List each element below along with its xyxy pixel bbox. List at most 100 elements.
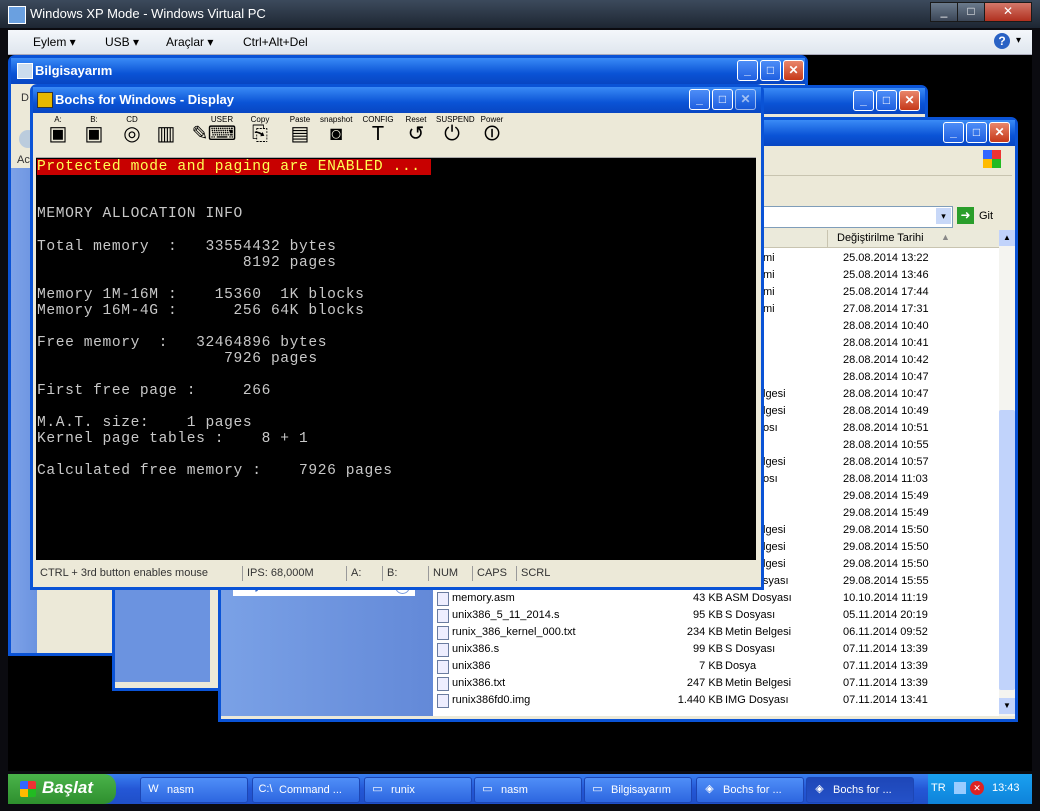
file-row[interactable]: unix386 7 KB Dosya 07.11.2014 13:39 xyxy=(433,658,999,675)
list-item-date: 25.08.2014 13:46 xyxy=(843,269,929,281)
file-type: Dosya xyxy=(725,660,757,672)
file-type: Metin Belgesi xyxy=(725,626,792,638)
status-field: CAPS xyxy=(472,566,517,581)
windows-logo-icon xyxy=(983,150,1001,168)
nasm-maximize-button[interactable]: □ xyxy=(966,122,987,143)
file-row[interactable]: runix386fd0.img 1.440 KB IMG Dosyası 07.11.… xyxy=(433,692,999,709)
console-banner: Protected mode and paging are ENABLED ..… xyxy=(37,159,431,175)
taskbar-button[interactable]: ◈ Bochs for ... xyxy=(806,777,914,803)
taskbar-button-icon: ▭ xyxy=(372,783,383,795)
vpc-close-button[interactable]: ✕ xyxy=(984,2,1032,22)
runix-close-button[interactable]: ✕ xyxy=(899,90,920,111)
menu-ctrl-alt-del[interactable]: Ctrl+Alt+Del xyxy=(243,35,308,49)
bochs-minimize-button[interactable]: _ xyxy=(689,89,710,110)
cdrom-glyph: ◎ xyxy=(123,123,141,145)
config-icon[interactable]: CONFIG T xyxy=(362,115,394,153)
bochs-maximize-button[interactable]: □ xyxy=(712,89,733,110)
vpc-title-bar[interactable]: Windows XP Mode - Windows Virtual PC _ □… xyxy=(0,0,1040,28)
taskbar-button[interactable]: ▭ nasm xyxy=(474,777,582,803)
paste-label: Paste xyxy=(289,115,311,124)
file-icon xyxy=(437,660,449,674)
runix-maximize-button[interactable]: □ xyxy=(876,90,897,111)
floppy-b-glyph: ▣ xyxy=(84,123,104,145)
menu-araclar[interactable]: Araçlar ▾ xyxy=(166,35,213,49)
scroll-thumb[interactable] xyxy=(999,410,1015,690)
cdrom-icon[interactable]: CD ◎ xyxy=(116,115,148,153)
list-item-date: 25.08.2014 13:22 xyxy=(843,252,929,264)
file-list-scrollbar[interactable]: ▲ ▼ xyxy=(999,230,1015,716)
file-row[interactable]: unix386_5_11_2014.s 95 KB S Dosyası 05.11.2… xyxy=(433,607,999,624)
floppy-a-glyph: ▣ xyxy=(48,123,68,145)
taskbar-button-icon: ▭ xyxy=(592,783,603,795)
vpc-minimize-button[interactable]: _ xyxy=(930,2,958,22)
taskbar-button-icon: ▭ xyxy=(482,783,493,795)
console-line: Memory 16M-4G : 256 64K blocks xyxy=(37,303,365,319)
file-icon xyxy=(437,626,449,640)
nasm-close-button[interactable]: ✕ xyxy=(989,122,1010,143)
file-date: 07.11.2014 13:41 xyxy=(843,694,928,706)
go-button[interactable]: Git xyxy=(979,210,993,222)
user-icon[interactable]: USER ⌨ xyxy=(206,115,238,153)
file-row[interactable]: runix_386_kernel_000.txt 234 KB Metin Belg… xyxy=(433,624,999,641)
floppy-b-icon[interactable]: B: ▣ xyxy=(78,115,110,153)
usb-glyph: ▥ xyxy=(156,123,176,145)
language-indicator[interactable]: TR xyxy=(931,782,946,794)
taskbar-button[interactable]: Wnasm xyxy=(140,777,248,803)
bochs-close-button[interactable]: ✕ xyxy=(735,89,756,110)
help-icon[interactable]: ? xyxy=(994,33,1010,49)
menu-eylem[interactable]: Eylem ▾ xyxy=(33,35,76,49)
vpc-app-icon xyxy=(8,6,26,24)
runix-minimize-button[interactable]: _ xyxy=(853,90,874,111)
address-dropdown-icon[interactable]: ▾ xyxy=(936,208,951,224)
vpc-title-text: Windows XP Mode - Windows Virtual PC xyxy=(30,6,266,21)
snapshot-icon[interactable]: snapshot ◙ xyxy=(320,115,352,153)
file-date: 07.11.2014 13:39 xyxy=(843,643,928,655)
paste-icon[interactable]: Paste ▤ xyxy=(284,115,316,153)
file-name: memory.asm xyxy=(452,592,515,604)
copy-icon[interactable]: Copy ⎘ xyxy=(244,115,276,153)
suspend-icon[interactable]: SUSPEND ⏻ xyxy=(436,115,475,153)
nasm-minimize-button[interactable]: _ xyxy=(943,122,964,143)
address-label-fragment: Ac xyxy=(17,154,30,166)
reset-icon[interactable]: Reset ↺ xyxy=(400,115,432,153)
bilgisayarim-close-button[interactable]: ✕ xyxy=(783,60,804,81)
taskbar-button[interactable]: ▭ runix xyxy=(364,777,472,803)
suspend-glyph: ⏻ xyxy=(444,123,460,145)
go-arrow-icon[interactable]: ➜ xyxy=(957,207,974,224)
snapshot-label: snapshot xyxy=(320,115,353,124)
bilgisayarim-minimize-button[interactable]: _ xyxy=(737,60,758,81)
taskbar-button[interactable]: ◈ Bochs for ... xyxy=(696,777,804,803)
scroll-up-icon[interactable]: ▲ xyxy=(999,230,1015,246)
help-dropdown-icon[interactable]: ▾ xyxy=(1016,35,1021,46)
file-row[interactable]: memory.asm 43 KB ASM Dosyası 10.10.2014 11:… xyxy=(433,590,999,607)
taskbar-button[interactable]: ▭ Bilgisayarım xyxy=(584,777,692,803)
file-row[interactable]: unix386.s 99 KB S Dosyası 07.11.2014 13:39 xyxy=(433,641,999,658)
list-item-type: mi xyxy=(763,303,775,315)
security-alert-icon[interactable]: ✕ xyxy=(970,781,984,795)
bochs-window[interactable]: Bochs for Windows - Display _ □ ✕ A: ▣ B: ▣… xyxy=(30,84,764,590)
floppy-b-label: B: xyxy=(90,115,98,124)
power-icon[interactable]: Power ⏼ xyxy=(476,115,508,153)
taskbar-button-icon: C:\ xyxy=(258,783,273,795)
column-divider xyxy=(827,230,828,247)
vpc-maximize-button[interactable]: □ xyxy=(957,2,985,22)
list-item-date: 28.08.2014 10:47 xyxy=(843,371,929,383)
network-icon[interactable] xyxy=(954,782,966,794)
copy-label: Copy xyxy=(250,115,270,124)
floppy-a-icon[interactable]: A: ▣ xyxy=(42,115,74,153)
start-button[interactable]: Başlat xyxy=(8,774,116,804)
computer-icon xyxy=(17,63,33,79)
floppy-a-label: A: xyxy=(54,115,62,124)
bilgisayarim-maximize-button[interactable]: □ xyxy=(760,60,781,81)
usb-icon[interactable]: ▥ xyxy=(150,115,182,153)
bilgisayarim-title-bar[interactable]: Bilgisayarım _ □ ✕ xyxy=(11,58,805,84)
taskbar-button-label: Command ... xyxy=(279,784,342,796)
scroll-down-icon[interactable]: ▼ xyxy=(999,698,1015,714)
menu-usb[interactable]: USB ▾ xyxy=(105,35,139,49)
file-row[interactable]: unix386.txt 247 KB Metin Belgesi 07.11.2014… xyxy=(433,675,999,692)
clock: 13:43 xyxy=(992,782,1020,794)
taskbar-button[interactable]: C:\ Command ... xyxy=(252,777,360,803)
list-item-date: 28.08.2014 10:40 xyxy=(843,320,929,332)
column-header-date[interactable]: Değiştirilme Tarihi xyxy=(837,232,924,244)
bochs-title-bar[interactable]: Bochs for Windows - Display _ □ ✕ xyxy=(33,87,761,113)
